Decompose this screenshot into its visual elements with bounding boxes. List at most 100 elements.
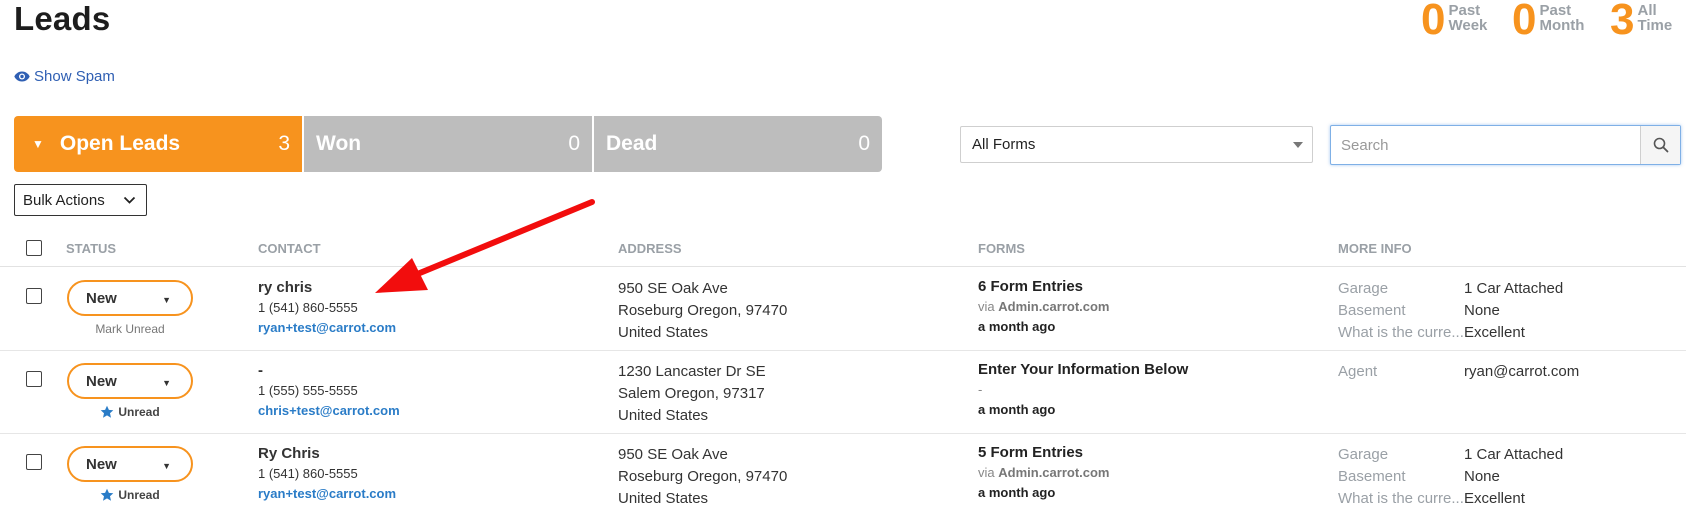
page-title: Leads [14,0,111,37]
tab-count: 0 [568,132,580,155]
table-row: New ▼ Mark Unread ry chris 1 (541) 860-5… [0,268,1686,351]
via-prefix: via [978,465,995,480]
status-dropdown[interactable]: New ▼ [67,446,193,482]
mark-unread-link[interactable]: Mark Unread [70,322,190,336]
stat-past-month: 0 Past Month [1512,0,1584,42]
address-line: 950 SE Oak Ave [618,280,728,297]
column-header-contact: CONTACT [258,241,321,256]
address-cell: 1230 Lancaster Dr SE Salem Oregon, 97317… [618,361,766,427]
form-entries-link[interactable]: Enter Your Information Below [978,360,1188,380]
dropdown-arrow-icon: ▼ [162,295,171,305]
table-row: New ▼ Unread - 1 (555) 555-5555 chris+te… [0,351,1686,434]
dropdown-arrow-icon: ▼ [162,378,171,388]
search-icon [1653,137,1668,153]
eye-icon [14,71,30,82]
select-all-checkbox[interactable] [26,240,42,256]
lead-stats: 0 Past Week 0 Past Month 3 All Time [1399,0,1699,44]
unread-indicator: Unread [70,488,190,502]
forms-filter-select[interactable]: All Forms [960,126,1313,163]
search-button[interactable] [1640,126,1680,164]
lead-tabs: ▼ Open Leads 3 Won 0 Dead 0 [14,116,882,172]
tab-label: Won [316,132,362,155]
contact-phone: 1 (541) 860-5555 [258,300,358,315]
stat-count: 3 [1610,0,1635,44]
contact-email-link[interactable]: ryan+test@carrot.com [258,318,396,338]
address-cell: 950 SE Oak Ave Roseburg Oregon, 97470 Un… [618,444,787,510]
row-checkbox[interactable] [26,288,42,304]
info-key: Garage [1338,280,1389,297]
address-line: 950 SE Oak Ave [618,446,728,463]
info-key: What is the curre... [1338,324,1463,341]
form-entries-link[interactable]: 5 Form Entries [978,443,1110,463]
address-line: Roseburg Oregon, 97470 [618,302,788,319]
column-header-status: STATUS [66,241,117,256]
address-line: United States [618,407,709,424]
tab-count: 3 [278,132,290,155]
contact-email-link[interactable]: chris+test@carrot.com [258,401,400,421]
search-input[interactable] [1331,126,1640,164]
stat-count: 0 [1421,0,1446,44]
star-icon [101,405,114,418]
form-time: a month ago [978,485,1056,500]
info-value: ryan@carrot.com [1464,363,1580,380]
bulk-actions-select[interactable]: Bulk Actions [14,184,147,216]
tab-count: 0 [858,132,870,155]
status-value: New [86,455,117,473]
status-value: New [86,289,117,307]
info-value: None [1464,468,1500,485]
status-dropdown[interactable]: New ▼ [67,363,193,399]
via-site: Admin.carrot.com [998,299,1110,314]
dropdown-arrow-icon: ▼ [162,461,171,471]
tab-open-leads[interactable]: ▼ Open Leads 3 [14,116,302,172]
bulk-actions-label: Bulk Actions [23,191,105,209]
search-box [1330,125,1681,165]
info-value: None [1464,302,1500,319]
status-dropdown[interactable]: New ▼ [67,280,193,316]
row-checkbox[interactable] [26,371,42,387]
tab-label: Dead [606,132,658,155]
tab-dead[interactable]: Dead 0 [594,116,882,172]
address-line: 1230 Lancaster Dr SE [618,363,766,380]
table-row: New ▼ Unread Ry Chris 1 (541) 860-5555 r… [0,434,1686,516]
unread-label: Unread [118,488,160,502]
unread-indicator: Unread [70,405,190,419]
address-line: United States [618,324,709,341]
tab-label: Open Leads [59,132,181,155]
unread-label: Unread [118,405,160,419]
stat-label-line2: Time [1637,17,1673,34]
info-key: Basement [1338,302,1406,319]
forms-cell: Enter Your Information Below - a month a… [978,360,1188,420]
contact-name: - [258,362,263,379]
contact-phone: 1 (555) 555-5555 [258,383,358,398]
contact-name: Ry Chris [258,445,320,462]
stat-label-line1: All [1637,2,1657,19]
form-source: - [978,380,1188,400]
form-time: a month ago [978,319,1056,334]
tab-won[interactable]: Won 0 [304,116,592,172]
info-key: Agent [1338,363,1378,380]
star-icon [101,488,114,501]
row-checkbox[interactable] [26,454,42,470]
dropdown-arrow-icon [1293,142,1303,148]
form-entries-link[interactable]: 6 Form Entries [978,277,1110,297]
stat-label-line2: Week [1448,17,1488,34]
contact-cell: - 1 (555) 555-5555 chris+test@carrot.com [258,361,400,421]
forms-cell: 6 Form Entries via Admin.carrot.com a mo… [978,277,1110,337]
column-header-more-info: MORE INFO [1338,241,1412,256]
stat-label: Past Week [1448,3,1487,33]
table-header: STATUS CONTACT ADDRESS FORMS MORE INFO [0,240,1686,267]
address-line: United States [618,490,709,507]
stat-past-week: 0 Past Week [1421,0,1487,44]
chevron-down-icon [123,196,136,204]
info-key: Basement [1338,468,1406,485]
show-spam-link[interactable]: Show Spam [14,68,115,85]
caret-down-icon: ▼ [32,137,44,151]
info-key: Garage [1338,446,1389,463]
form-source: via Admin.carrot.com [978,463,1110,483]
address-cell: 950 SE Oak Ave Roseburg Oregon, 97470 Un… [618,278,787,344]
contact-email-link[interactable]: ryan+test@carrot.com [258,484,396,504]
address-line: Roseburg Oregon, 97470 [618,468,788,485]
stat-label: Past Month [1539,3,1584,33]
forms-cell: 5 Form Entries via Admin.carrot.com a mo… [978,443,1110,503]
form-time: a month ago [978,402,1056,417]
